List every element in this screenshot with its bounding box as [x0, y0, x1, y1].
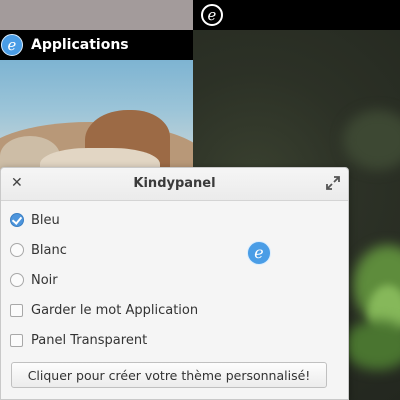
checkbox-garder-application-label: Garder le mot Application [31, 302, 199, 318]
checkbox-panel-transparent[interactable]: Panel Transparent [10, 330, 147, 350]
dialog-title: Kindypanel [133, 176, 216, 191]
radio-blanc[interactable]: Blanc [10, 240, 67, 260]
maximize-icon[interactable] [326, 176, 340, 190]
checkbox-icon[interactable] [10, 303, 23, 317]
radio-bleu-label: Bleu [31, 212, 60, 228]
checkbox-icon[interactable] [10, 333, 23, 347]
radio-noir-label: Noir [31, 272, 58, 288]
wallpaper-preview-left [0, 60, 193, 170]
radio-bleu[interactable]: Bleu [10, 210, 60, 230]
top-panel-right: ℯ [193, 0, 400, 30]
radio-checked-icon[interactable] [10, 213, 24, 227]
radio-noir[interactable]: Noir [10, 270, 58, 290]
radio-unchecked-icon[interactable] [10, 273, 24, 287]
create-theme-button[interactable]: Cliquer pour créer votre thème personnal… [11, 362, 327, 388]
checkbox-garder-application[interactable]: Garder le mot Application [10, 300, 198, 320]
checkbox-panel-transparent-label: Panel Transparent [31, 332, 148, 348]
elementary-logo-icon[interactable]: ℯ [1, 34, 23, 56]
elementary-logo-icon: ℯ [247, 241, 271, 265]
top-panel-left: ℯ Applications [0, 30, 193, 60]
radio-unchecked-icon[interactable] [10, 243, 24, 257]
applications-label[interactable]: Applications [31, 37, 129, 53]
dialog-titlebar: ✕ Kindypanel [1, 168, 348, 201]
radio-blanc-label: Blanc [31, 242, 67, 258]
kindypanel-dialog: ✕ Kindypanel Bleu Blanc Noir Garder le m… [0, 167, 349, 400]
elementary-logo-icon[interactable]: ℯ [201, 4, 223, 26]
